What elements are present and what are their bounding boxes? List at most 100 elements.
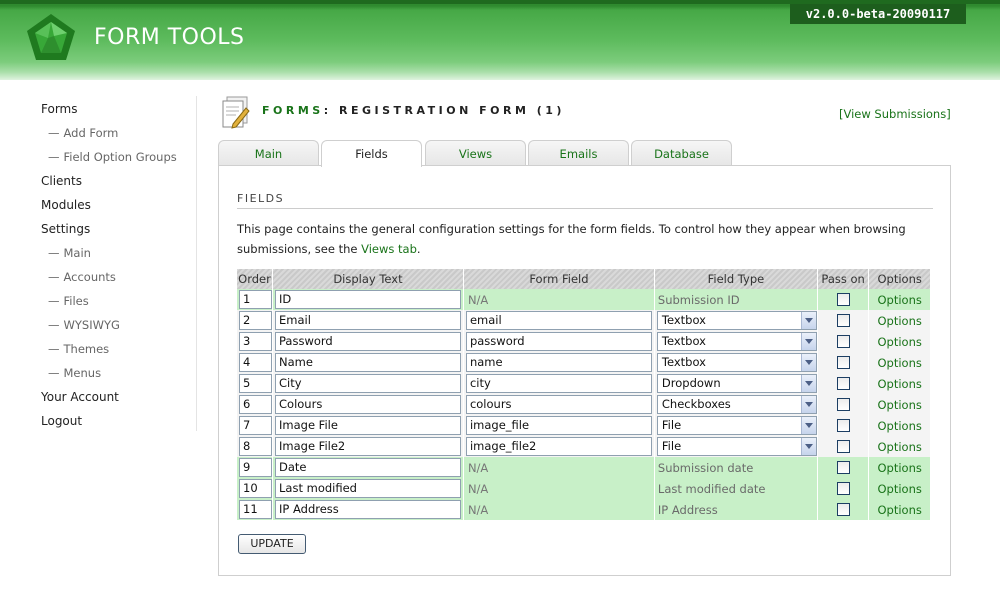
sidebar-item-forms[interactable]: Forms — [41, 100, 191, 124]
tab-views[interactable]: Views — [425, 140, 526, 166]
field-type-select[interactable]: File — [656, 416, 817, 435]
sidebar-item-add-form[interactable]: — Add Form — [41, 124, 191, 148]
sidebar-item-files[interactable]: — Files — [41, 292, 191, 316]
sidebar-item-main[interactable]: — Main — [41, 244, 191, 268]
sidebar-item-field-option-groups[interactable]: — Field Option Groups — [41, 148, 191, 172]
dropdown-arrow-icon[interactable] — [800, 417, 816, 434]
sidebar-item-modules[interactable]: Modules — [41, 196, 191, 220]
sidebar-item-settings[interactable]: Settings — [41, 220, 191, 244]
order-input[interactable]: 1 — [239, 290, 272, 309]
dropdown-arrow-icon[interactable] — [800, 354, 816, 371]
order-input[interactable]: 4 — [239, 353, 272, 372]
views-tab-link[interactable]: Views tab — [361, 242, 417, 256]
form-field-input[interactable]: city — [465, 374, 652, 393]
display-text-input[interactable]: Password — [275, 332, 461, 351]
order-input[interactable]: 10 — [239, 479, 272, 498]
tab-database[interactable]: Database — [631, 140, 732, 166]
field-type-select[interactable]: Textbox — [656, 353, 817, 372]
display-text-input[interactable]: Name — [275, 353, 461, 372]
order-input[interactable]: 5 — [239, 374, 272, 393]
form-field-cell: N/A — [463, 499, 655, 520]
form-field-input[interactable]: password — [465, 332, 652, 351]
display-text-input[interactable]: Image File2 — [275, 437, 461, 456]
display-text-input[interactable]: IP Address — [275, 500, 461, 519]
pass-on-checkbox[interactable] — [836, 335, 850, 348]
options-link[interactable]: Options — [869, 503, 930, 517]
sidebar-item-themes[interactable]: — Themes — [41, 340, 191, 364]
update-button[interactable]: UPDATE — [238, 534, 306, 554]
sidebar-divider — [196, 96, 197, 431]
display-text-input[interactable]: Date — [275, 458, 461, 477]
field-type-select[interactable]: File — [656, 437, 817, 456]
pentagon-logo-icon — [27, 14, 75, 60]
display-text-input[interactable]: Email — [275, 311, 461, 330]
dropdown-arrow-icon[interactable] — [800, 375, 816, 392]
options-link[interactable]: Options — [869, 398, 930, 412]
options-link[interactable]: Options — [869, 335, 930, 349]
display-text-input[interactable]: City — [275, 374, 461, 393]
order-input[interactable]: 9 — [239, 458, 272, 477]
pass-on-checkbox[interactable] — [836, 377, 850, 390]
pass-on-checkbox[interactable] — [836, 356, 850, 369]
field-type-select[interactable]: Textbox — [656, 311, 817, 330]
sidebar-item-wysiwyg[interactable]: — WYSIWYG — [41, 316, 191, 340]
form-field-input[interactable]: email — [465, 311, 652, 330]
options-link[interactable]: Options — [869, 314, 930, 328]
display-text-input[interactable]: Colours — [275, 395, 461, 414]
dropdown-arrow-icon[interactable] — [800, 312, 816, 329]
sidebar-item-menus[interactable]: — Menus — [41, 364, 191, 388]
page-title: FORMS: REGISTRATION FORM (1) — [262, 104, 565, 117]
pass-on-checkbox[interactable] — [836, 293, 850, 306]
dropdown-arrow-icon[interactable] — [800, 438, 816, 455]
options-link[interactable]: Options — [869, 356, 930, 370]
options-link[interactable]: Options — [869, 440, 930, 454]
table-row: 8 Image File2 image_file2 File Options — [237, 436, 931, 457]
tab-fields[interactable]: Fields — [321, 140, 422, 167]
form-field-input[interactable]: name — [465, 353, 652, 372]
column-header-field-type: Field Type — [654, 269, 818, 289]
display-text-input[interactable]: ID — [275, 290, 461, 309]
sidebar-item-label: Your Account — [41, 390, 119, 404]
options-link[interactable]: Options — [869, 377, 930, 391]
options-link[interactable]: Options — [869, 461, 930, 475]
pass-on-checkbox[interactable] — [836, 398, 850, 411]
display-text-cell: Password — [273, 331, 464, 352]
view-submissions-link[interactable]: [View Submissions] — [839, 107, 951, 121]
pass-on-checkbox[interactable] — [836, 419, 850, 432]
sidebar-item-your-account[interactable]: Your Account — [41, 388, 191, 412]
field-type-select[interactable]: Dropdown — [656, 374, 817, 393]
order-input[interactable]: 7 — [239, 416, 272, 435]
sidebar-item-accounts[interactable]: — Accounts — [41, 268, 191, 292]
pass-on-checkbox[interactable] — [836, 440, 850, 453]
dropdown-arrow-icon[interactable] — [800, 333, 816, 350]
tab-main[interactable]: Main — [218, 140, 319, 166]
order-input[interactable]: 3 — [239, 332, 272, 351]
options-link[interactable]: Options — [869, 293, 930, 307]
sidebar-item-logout[interactable]: Logout — [41, 412, 191, 436]
display-text-input[interactable]: Last modified — [275, 479, 461, 498]
form-field-input[interactable]: colours — [465, 395, 652, 414]
pass-on-checkbox[interactable] — [836, 461, 850, 474]
form-field-input[interactable]: image_file — [465, 416, 652, 435]
pass-on-checkbox[interactable] — [836, 314, 850, 327]
field-type-select[interactable]: Textbox — [656, 332, 817, 351]
options-link[interactable]: Options — [869, 419, 930, 433]
field-type-cell: Last modified date — [654, 478, 818, 499]
order-input[interactable]: 8 — [239, 437, 272, 456]
sidebar-item-label: Clients — [41, 174, 82, 188]
options-link[interactable]: Options — [869, 482, 930, 496]
order-input[interactable]: 11 — [239, 500, 272, 519]
field-type-select[interactable]: Checkboxes — [656, 395, 817, 414]
tab-emails[interactable]: Emails — [528, 140, 629, 166]
form-field-input[interactable]: image_file2 — [465, 437, 652, 456]
order-input[interactable]: 6 — [239, 395, 272, 414]
order-input[interactable]: 2 — [239, 311, 272, 330]
pass-on-checkbox[interactable] — [836, 503, 850, 516]
pass-on-cell — [817, 373, 870, 394]
pass-on-checkbox[interactable] — [836, 482, 850, 495]
dropdown-arrow-icon[interactable] — [800, 396, 816, 413]
display-text-input[interactable]: Image File — [275, 416, 461, 435]
options-cell: Options — [869, 331, 931, 352]
sidebar-item-clients[interactable]: Clients — [41, 172, 191, 196]
column-header-options: Options — [869, 269, 931, 289]
